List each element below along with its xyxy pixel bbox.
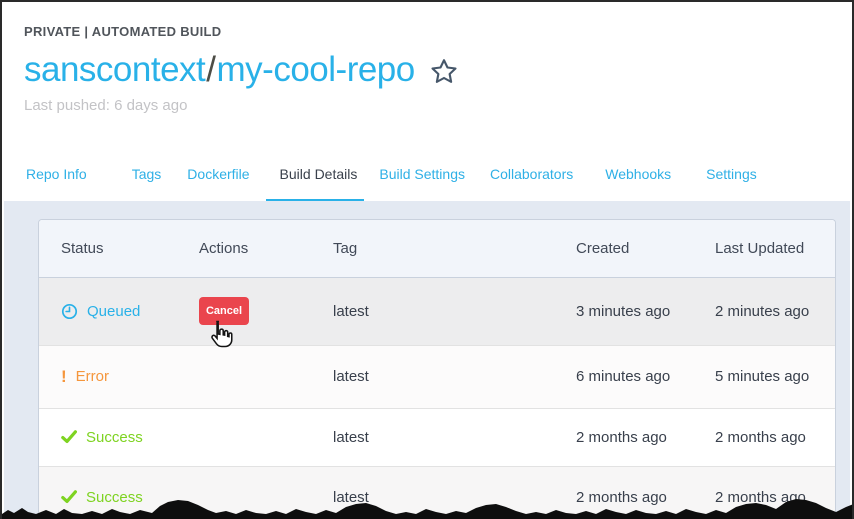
column-header-tag: Tag [333,220,576,277]
exclamation-icon: ! [61,368,67,385]
created-cell: 3 minutes ago [576,277,715,345]
privacy-badge: PRIVATE | AUTOMATED BUILD [24,24,830,39]
column-header-actions: Actions [199,220,333,277]
created-cell: 2 months ago [576,408,715,466]
repo-name: my-cool-repo [217,50,415,90]
status-badge: ! Error [61,368,199,385]
column-header-created: Created [576,220,715,277]
created-cell: 6 minutes ago [576,345,715,408]
tab-tags[interactable]: Tags [132,147,162,201]
page-title: sanscontext/my-cool-repo [24,50,830,90]
builds-table-card: Status Actions Tag Created Last Updated [38,219,836,519]
repo-title-separator: / [205,50,216,90]
tab-build-details[interactable]: Build Details [280,147,358,201]
torn-edge-decoration [2,493,854,519]
last-pushed-text: Last pushed: 6 days ago [24,97,830,114]
builds-table: Status Actions Tag Created Last Updated [39,220,835,519]
updated-cell: 2 months ago [715,408,835,466]
tab-repo-info[interactable]: Repo Info [26,147,87,201]
build-row-success: Success latest 2 months ago 2 months ago [39,408,835,466]
tag-cell: latest [333,277,576,345]
status-text: Error [76,368,109,385]
updated-cell: 2 minutes ago [715,277,835,345]
column-header-last-updated: Last Updated [715,220,835,277]
status-text: Success [86,429,143,446]
build-details-content: Status Actions Tag Created Last Updated [4,201,850,519]
updated-cell: 5 minutes ago [715,345,835,408]
tab-dockerfile[interactable]: Dockerfile [187,147,249,201]
tab-build-settings[interactable]: Build Settings [379,147,465,201]
status-badge: Success [61,429,199,446]
column-header-status: Status [39,220,199,277]
star-outline-icon [429,57,459,87]
table-header-row: Status Actions Tag Created Last Updated [39,220,835,277]
tag-cell: latest [333,408,576,466]
repo-namespace: sanscontext [24,50,205,90]
tab-webhooks[interactable]: Webhooks [605,147,671,201]
check-icon [61,430,77,444]
build-row-error: ! Error latest 6 minutes ago 5 minutes a… [39,345,835,408]
tab-settings[interactable]: Settings [706,147,757,201]
repo-header: PRIVATE | AUTOMATED BUILD sanscontext/my… [2,2,852,114]
tab-collaborators[interactable]: Collaborators [490,147,573,201]
repo-build-details-page: PRIVATE | AUTOMATED BUILD sanscontext/my… [0,0,854,519]
status-text: Queued [87,303,140,320]
star-repo-button[interactable] [429,57,459,87]
clock-icon [61,303,78,320]
cursor-pointer-icon [206,319,234,354]
build-row-queued: Queued Cancel latest 3 minutes ago 2 min… [39,277,835,345]
tag-cell: latest [333,345,576,408]
repo-tabbar: Repo Info Tags Dockerfile Build Details … [4,147,850,201]
status-badge: Queued [61,303,199,320]
